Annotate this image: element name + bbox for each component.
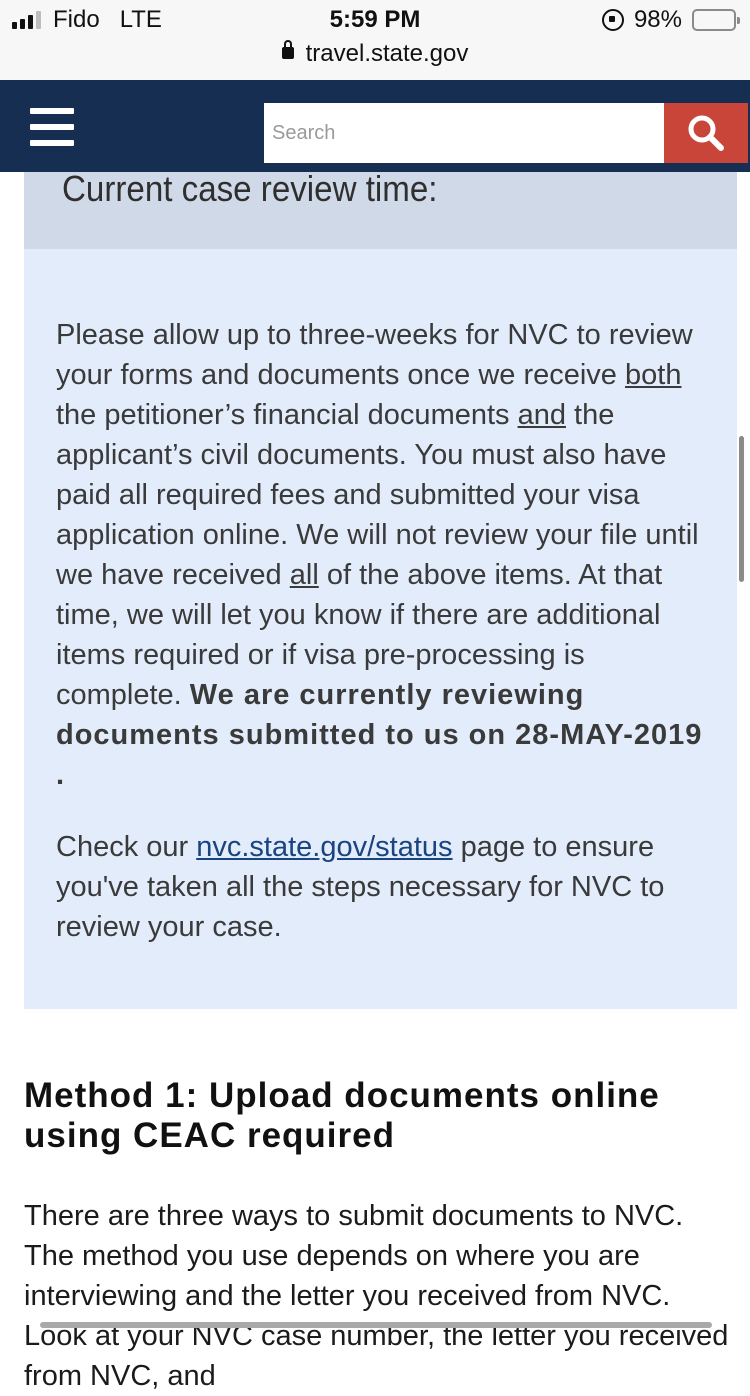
review-time-paragraph: Please allow up to three-weeks for NVC t… xyxy=(56,315,706,795)
emphasis-both: both xyxy=(625,359,682,391)
emphasis-and: and xyxy=(517,399,566,431)
lock-icon xyxy=(281,39,294,59)
search-button[interactable] xyxy=(664,103,748,163)
address-bar[interactable]: travel.state.gov xyxy=(0,39,750,68)
emphasis-all: all xyxy=(289,559,319,591)
method-1-paragraph: There are three ways to submit documents… xyxy=(24,1200,729,1392)
url-text: travel.state.gov xyxy=(305,40,469,67)
callout-body: Please allow up to three-weeks for NVC t… xyxy=(24,249,737,1009)
text-segment: the petitioner’s financial documents xyxy=(56,399,518,431)
status-bar: Fido LTE 5:59 PM 98% travel.state.gov xyxy=(0,0,750,81)
magnifier-icon xyxy=(688,115,724,151)
hamburger-menu-icon[interactable] xyxy=(30,108,74,146)
battery-icon xyxy=(692,9,740,31)
status-right: 98% xyxy=(601,6,740,34)
text-segment: Check our xyxy=(56,831,197,863)
battery-percent: 98% xyxy=(633,6,682,33)
home-indicator xyxy=(40,1322,712,1328)
text-segment: Please allow up to three-weeks for NVC t… xyxy=(56,319,693,391)
method-1-heading: Method 1: Upload documents online using … xyxy=(24,1076,660,1155)
callout-title: Current case review time: xyxy=(62,168,438,209)
nvc-status-link[interactable]: nvc.state.gov/status xyxy=(196,831,452,863)
scrollbar[interactable] xyxy=(739,436,744,582)
orientation-lock-icon xyxy=(601,9,624,31)
site-header xyxy=(0,80,750,172)
search-input[interactable] xyxy=(264,103,664,163)
status-check-paragraph: Check our nvc.state.gov/status page to e… xyxy=(56,827,706,947)
callout-header: Current case review time: xyxy=(24,168,737,249)
